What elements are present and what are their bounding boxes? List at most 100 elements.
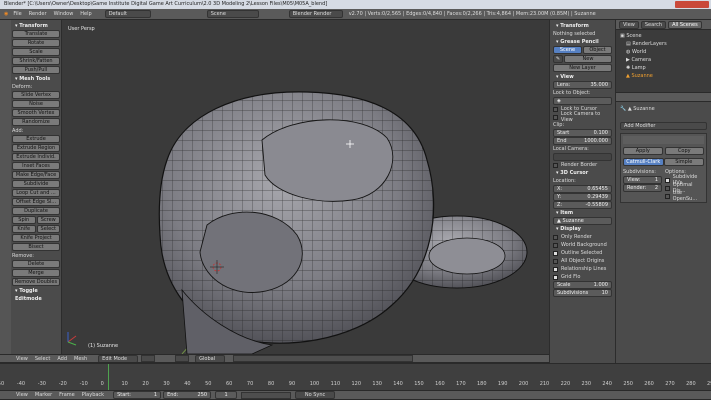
menu-item-playback[interactable]: Playback xyxy=(82,392,104,398)
tool-knife-project-button[interactable]: Knife Project xyxy=(12,234,60,242)
new-layer-button[interactable]: New Layer xyxy=(553,64,612,72)
outliner-tab-search[interactable]: Search xyxy=(640,20,667,29)
outliner-item-lamp[interactable]: ✺ Lamp xyxy=(620,64,707,72)
add-modifier-select[interactable]: Add Modifier xyxy=(620,122,707,130)
tool-rotate-button[interactable]: Rotate xyxy=(12,39,60,47)
tool-inset-faces-button[interactable]: Inset Faces xyxy=(12,162,60,170)
tool-remove-doubles-button[interactable]: Remove Doubles xyxy=(12,278,60,286)
outliner-item-scene[interactable]: ▣ Scene xyxy=(620,32,707,40)
tool-scale-button[interactable]: Scale xyxy=(12,48,60,56)
view3d-header-tools[interactable] xyxy=(233,355,414,362)
render-levels-field[interactable]: Render: 2 xyxy=(623,184,662,192)
transform-tools-header[interactable]: Transform xyxy=(12,22,60,30)
sync-select[interactable]: No Sync xyxy=(295,391,336,399)
local-camera-field[interactable] xyxy=(553,153,612,161)
clip-start-field[interactable]: Start 0.100 xyxy=(553,129,612,137)
view-header[interactable]: View xyxy=(553,73,612,81)
end-frame-field[interactable]: End: 250 xyxy=(163,391,212,399)
tool-noise-button[interactable]: Noise xyxy=(12,100,60,108)
timeline-ruler[interactable]: -50 -40 -30 -20 -10 0 10 20 30 40 50 60 70 80 90 100 110… xyxy=(0,381,711,389)
transform-header[interactable]: Transform xyxy=(553,22,612,30)
mesh-tools-header[interactable]: Mesh Tools xyxy=(12,75,60,83)
render-engine-select[interactable]: Blender Render xyxy=(288,10,343,18)
timeline-current-frame-line[interactable] xyxy=(108,364,109,390)
outliner-item-world[interactable]: ◍ World xyxy=(620,48,707,56)
menu-item-mesh[interactable]: Mesh xyxy=(74,356,87,362)
grease-pencil-header[interactable]: Grease Pencil xyxy=(553,38,612,46)
viewport-3d[interactable]: User Persp (1) Suzanne xyxy=(62,20,549,354)
cursor-z-field[interactable]: Z: -0.55809 xyxy=(553,201,612,209)
only-render-check[interactable]: Only Render xyxy=(553,233,612,241)
display-header[interactable]: Display xyxy=(553,225,612,233)
tool-extrude-button[interactable]: Extrude xyxy=(12,135,60,143)
tool-subdivide-button[interactable]: Subdivide xyxy=(12,180,60,188)
tool-push-pull-button[interactable]: Push/Pull xyxy=(12,66,60,74)
relationship-lines-check[interactable]: Relationship Lines xyxy=(553,265,612,273)
tool-slide-vertex-button[interactable]: Slide Vertex xyxy=(12,91,60,99)
tool-shelf-tabs[interactable] xyxy=(0,20,11,354)
window-controls[interactable] xyxy=(675,1,709,8)
grid-floor-check[interactable]: Grid Flo xyxy=(553,273,612,281)
menu-item-file[interactable]: File xyxy=(13,11,21,17)
tool-merge-button[interactable]: Merge xyxy=(12,269,60,277)
blender-logo-icon[interactable]: ◉ xyxy=(4,11,8,17)
layout-select[interactable]: Default xyxy=(104,10,151,18)
tool-bisect-button[interactable]: Bisect xyxy=(12,243,60,251)
tool-translate-button[interactable]: Translate xyxy=(12,30,60,38)
tool-make-edge-face-button[interactable]: Make Edge/Face xyxy=(12,171,60,179)
menu-item-add[interactable]: Add xyxy=(57,356,67,362)
tool-screw-button[interactable]: Screw xyxy=(36,216,60,224)
world-background-check[interactable]: World Background xyxy=(553,241,612,249)
cursor-y-field[interactable]: Y: 0.29439 xyxy=(553,193,612,201)
scene-select[interactable]: Scene xyxy=(206,10,259,18)
menu-item-help[interactable]: Help xyxy=(80,11,91,17)
menu-item-window[interactable]: Window xyxy=(54,11,74,17)
render-border-check[interactable]: Render Border xyxy=(553,161,612,169)
item-name-field[interactable]: ▲ Suzanne xyxy=(553,217,612,225)
menu-item-marker[interactable]: Marker xyxy=(35,392,52,398)
outliner-item-renderlayers[interactable]: ▤ RenderLayers xyxy=(620,40,707,48)
grease-new-button[interactable]: New xyxy=(564,55,612,63)
menu-item-render[interactable]: Render xyxy=(29,11,47,17)
outliner-item-suzanne[interactable]: ▲ Suzanne xyxy=(620,72,707,80)
menu-item-view[interactable]: View xyxy=(16,392,28,398)
view-levels-field[interactable]: View: 1 xyxy=(623,176,662,184)
playback-controls[interactable] xyxy=(241,391,292,399)
modifier-header-row[interactable] xyxy=(623,136,704,144)
tool-loop-cut-and-button[interactable]: Loop Cut and ... xyxy=(12,189,60,197)
tool-delete-button[interactable]: Delete xyxy=(12,260,60,268)
tool-extrude-region-button[interactable]: Extrude Region xyxy=(12,144,60,152)
simple-tab[interactable]: Simple xyxy=(663,158,704,166)
timeline[interactable]: -50 -40 -30 -20 -10 0 10 20 30 40 50 60 70 80 90 100 110… xyxy=(0,363,711,390)
catmull-clark-tab[interactable]: Catmull-Clark xyxy=(623,158,664,166)
item-header[interactable]: Item xyxy=(553,209,612,217)
toggle-editmode-header[interactable]: Toggle Editmode xyxy=(12,287,60,302)
pivot-select[interactable] xyxy=(175,355,190,362)
tool-select-button[interactable]: Select xyxy=(36,225,60,233)
menu-item-select[interactable]: Select xyxy=(35,356,50,362)
viewport-svg[interactable] xyxy=(62,20,549,354)
outliner-tab-view[interactable]: View xyxy=(619,20,639,29)
tool-knife-button[interactable]: Knife xyxy=(12,225,36,233)
3d-cursor-header[interactable]: 3D Cursor xyxy=(553,169,612,177)
pencil-icon[interactable]: ✎ xyxy=(553,55,563,63)
menu-item-view[interactable]: View xyxy=(16,356,28,362)
grease-scene-tab[interactable]: Scene xyxy=(553,46,582,54)
tool-duplicate-button[interactable]: Duplicate xyxy=(12,207,60,215)
tool-offset-edge-sl-button[interactable]: Offset Edge Sl... xyxy=(12,198,60,206)
copy-button[interactable]: Copy xyxy=(664,147,704,155)
cursor-x-field[interactable]: X: 0.65455 xyxy=(553,185,612,193)
all-object-origins-check[interactable]: All Object Origins xyxy=(553,257,612,265)
grid-scale-field[interactable]: Scale 1.000 xyxy=(553,281,612,289)
grid-subdiv-field[interactable]: Subdivisions 10 xyxy=(553,289,612,297)
menu-item-frame[interactable]: Frame xyxy=(59,392,75,398)
properties-context-tabs[interactable] xyxy=(616,93,711,102)
start-frame-field[interactable]: Start: 1 xyxy=(113,391,162,399)
lens-field[interactable]: Lens: 35.000 xyxy=(553,81,612,89)
outline-selected-check[interactable]: Outline Selected xyxy=(553,249,612,257)
tool-shrink-fatten-button[interactable]: Shrink/Fatten xyxy=(12,57,60,65)
tool-smooth-vertex-button[interactable]: Smooth Vertex xyxy=(12,109,60,117)
use-opensubdiv-check[interactable]: Use OpenSu... xyxy=(665,190,704,202)
orientation-select[interactable]: Global xyxy=(195,355,226,362)
grease-object-tab[interactable]: Object xyxy=(583,46,612,54)
